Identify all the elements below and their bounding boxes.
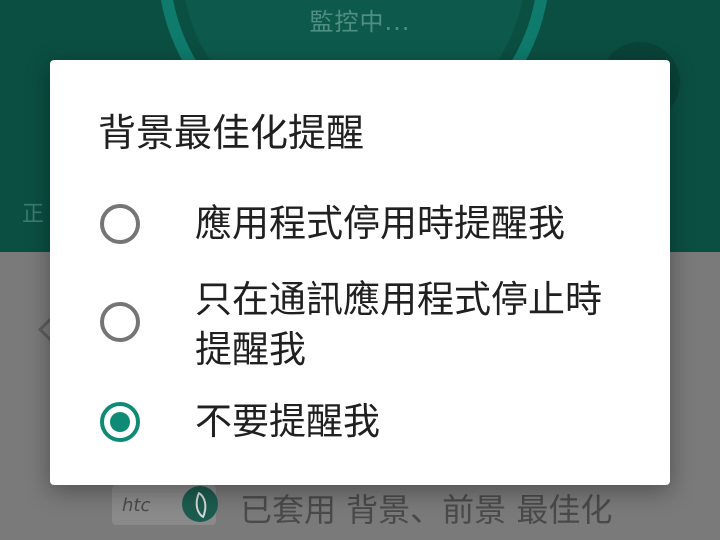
option-remind-comm-apps-only[interactable]: 只在通訊應用程式停止時提醒我 xyxy=(50,275,670,379)
header-side-text: 正 xyxy=(22,202,45,227)
option-label: 只在通訊應用程式停止時提醒我 xyxy=(195,278,602,371)
radio-unchecked-icon[interactable] xyxy=(100,302,140,342)
reminder-dialog: 背景最佳化提醒 應用程式停用時提醒我 只在通訊應用程式停止時提醒我 不要提醒我 xyxy=(50,60,670,485)
optimization-status-row: htc 已套用 背景、前景 最佳化 xyxy=(0,465,720,540)
option-label: 不要提醒我 xyxy=(195,400,380,443)
htc-badge: htc xyxy=(112,485,218,525)
option-dont-remind[interactable]: 不要提醒我 xyxy=(50,396,670,452)
htc-logo: htc xyxy=(122,495,151,516)
option-remind-when-disabled[interactable]: 應用程式停用時提醒我 xyxy=(50,196,670,252)
dialog-title: 背景最佳化提醒 xyxy=(98,111,365,155)
leaf-icon xyxy=(182,486,218,522)
monitor-status-text: 監控中... xyxy=(309,8,411,36)
radio-unchecked-icon[interactable] xyxy=(100,204,140,244)
optimization-status-text: 已套用 背景、前景 最佳化 xyxy=(240,491,613,529)
option-label: 應用程式停用時提醒我 xyxy=(195,202,565,245)
radio-checked-icon[interactable] xyxy=(100,402,140,442)
